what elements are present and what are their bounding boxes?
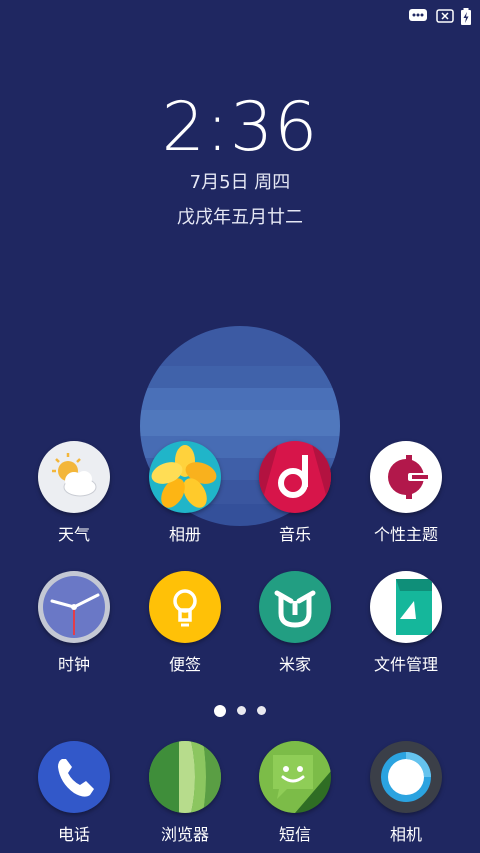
- app-label: 时钟: [57, 655, 90, 674]
- page-indicator[interactable]: [0, 700, 480, 719]
- app-label: 文件管理: [373, 655, 438, 674]
- weather-icon: [38, 441, 110, 513]
- app-label: 音乐: [278, 525, 311, 544]
- app-themes[interactable]: 个性主题: [351, 441, 461, 545]
- clock-icon: [38, 571, 110, 643]
- messages-icon: [259, 741, 331, 813]
- app-label: 电话: [57, 825, 90, 844]
- battery-charging-icon: [460, 8, 472, 30]
- app-music[interactable]: 音乐: [240, 441, 350, 545]
- app-weather[interactable]: 天气: [19, 441, 129, 545]
- dock-camera[interactable]: 相机: [351, 741, 461, 845]
- themes-icon: [370, 441, 442, 513]
- lockscreen-time[interactable]: 2:36: [0, 88, 480, 167]
- page-dot[interactable]: [257, 706, 267, 715]
- notes-icon: [149, 571, 221, 643]
- gallery-icon: [149, 441, 221, 513]
- app-label: 个性主题: [373, 525, 438, 544]
- music-icon: [259, 441, 331, 513]
- no-sim-icon: [436, 8, 454, 28]
- lockscreen-date: 7月5日 周四: [189, 172, 291, 193]
- browser-icon: [149, 741, 221, 813]
- app-label: 天气: [57, 525, 90, 544]
- app-label: 短信: [278, 825, 311, 844]
- page-dot[interactable]: [237, 706, 246, 715]
- file-manager-icon: [370, 571, 442, 643]
- app-file-manager[interactable]: 文件管理: [351, 571, 461, 675]
- dock-browser[interactable]: 浏览器: [130, 741, 240, 845]
- page-dot-active[interactable]: [213, 704, 226, 717]
- dock-messages[interactable]: 短信: [240, 741, 350, 845]
- dock-phone[interactable]: 电话: [19, 741, 129, 845]
- app-mijia[interactable]: 米家: [240, 571, 350, 675]
- mijia-icon: [259, 571, 331, 643]
- app-notes[interactable]: 便签: [130, 571, 240, 675]
- app-label: 相机: [389, 825, 422, 844]
- app-label: 米家: [278, 655, 311, 674]
- camera-icon: [370, 741, 442, 813]
- status-bar: [0, 0, 480, 32]
- app-gallery[interactable]: 相册: [130, 441, 240, 545]
- app-label: 浏览器: [160, 825, 209, 844]
- phone-icon: [38, 741, 110, 813]
- message-icon: [408, 8, 428, 28]
- lunar-date: 戊戌年五月廿二: [177, 207, 303, 228]
- app-label: 便签: [168, 655, 201, 674]
- app-label: 相册: [168, 525, 201, 544]
- app-clock[interactable]: 时钟: [19, 571, 129, 675]
